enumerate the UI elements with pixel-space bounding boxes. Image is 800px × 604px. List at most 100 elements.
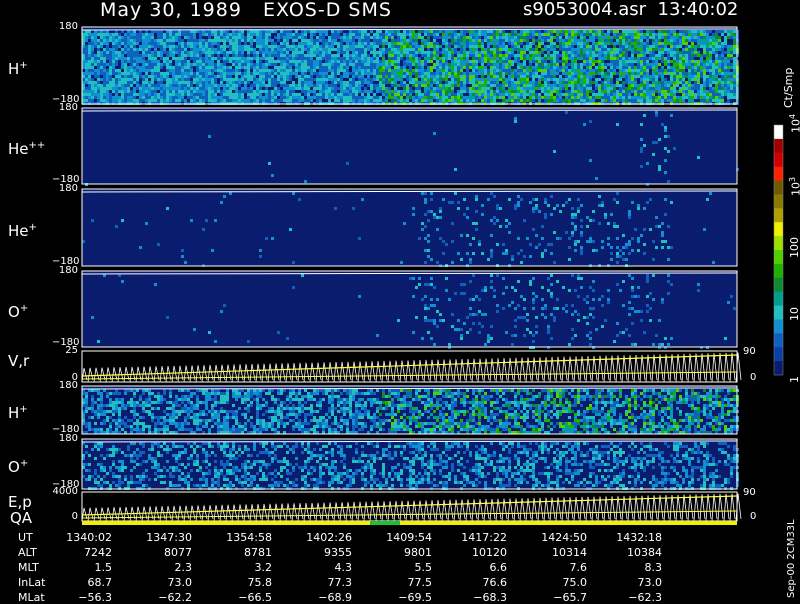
ephem-cell: 10120: [455, 547, 507, 559]
ephem-cell: 1417:22: [455, 532, 507, 544]
ephem-cell: 73.0: [610, 577, 662, 589]
y2tick-top-vr: 90: [743, 347, 756, 357]
colorbar-label: 104: [788, 114, 800, 133]
colorbar-swatch: [774, 319, 783, 333]
ephem-cell: 76.6: [455, 577, 507, 589]
ytick-top-hepp: 180: [52, 103, 78, 113]
colorbar-swatch: [774, 361, 783, 375]
ephem-cell: 9801: [380, 547, 432, 559]
y2tick-top-ep: 90: [743, 488, 756, 498]
panel-hep: [82, 189, 737, 267]
ephem-cell: 1354:58: [220, 532, 272, 544]
ephem-cell: 75.8: [220, 577, 272, 589]
panel-label-hepp: He++: [8, 138, 45, 157]
ephem-cell: −68.9: [300, 592, 352, 604]
panel-label-vr: V,r: [8, 353, 29, 369]
colorbar-swatch: [774, 347, 783, 361]
ephem-cell: 7242: [60, 547, 112, 559]
ephem-cell: 4.3: [300, 562, 352, 574]
ephem-cell: −66.5: [220, 592, 272, 604]
colorbar-swatch: [774, 333, 783, 347]
panel-label-hep: He+: [8, 220, 37, 239]
ytick-bottom-ep: 0: [52, 512, 78, 522]
ephem-cell: 68.7: [60, 577, 112, 589]
ephem-cell: 1402:26: [300, 532, 352, 544]
ytick-top-h1: 180: [52, 22, 78, 32]
ephem-cell: 6.6: [455, 562, 507, 574]
panel-op: [82, 271, 737, 349]
y2tick-bottom-ep: 0: [750, 512, 756, 522]
colorbar-swatch: [774, 153, 783, 167]
ephem-cell: −68.3: [455, 592, 507, 604]
panel-label-h2: H+: [8, 402, 28, 421]
spectrogram-plot: [0, 0, 800, 600]
ytick-top-h2: 180: [52, 381, 78, 391]
ephem-cell: 5.5: [380, 562, 432, 574]
ephem-cell: 3.2: [220, 562, 272, 574]
colorbar-swatch: [774, 167, 783, 181]
ephem-cell: 73.0: [140, 577, 192, 589]
footer-note: Sep-00 2CM33L: [786, 519, 797, 598]
ephem-cell: 75.0: [535, 577, 587, 589]
panel-o2: [82, 439, 739, 490]
colorbar-swatch: [774, 264, 783, 278]
ephem-row-label: MLat: [18, 592, 45, 604]
ephem-cell: 8.3: [610, 562, 662, 574]
panel-label-o2: O+: [8, 456, 28, 475]
colorbar-label: 103: [788, 176, 800, 195]
ephem-cell: −62.3: [610, 592, 662, 604]
ephem-row-label: ALT: [18, 547, 37, 559]
qa-label: QA: [10, 510, 32, 526]
colorbar-swatch: [774, 278, 783, 292]
ephem-cell: 1424:50: [535, 532, 587, 544]
colorbar-label: 10: [788, 307, 800, 321]
colorbar-swatch: [774, 139, 783, 153]
y2tick-bottom-vr: 0: [750, 373, 756, 383]
colorbar-swatch: [774, 306, 783, 320]
colorbar-swatch: [774, 292, 783, 306]
colorbar-swatch: [774, 208, 783, 222]
ephem-cell: −62.2: [140, 592, 192, 604]
colorbar-swatch: [774, 194, 783, 208]
panel-label-ep: E,p: [8, 494, 32, 510]
ephem-cell: 7.6: [535, 562, 587, 574]
ephem-row-label: MLT: [18, 562, 39, 574]
ephem-cell: 1340:02: [60, 532, 112, 544]
ephem-cell: 8077: [140, 547, 192, 559]
panel-ep: [82, 492, 741, 521]
qa-bar: [82, 521, 737, 525]
ephem-cell: 8781: [220, 547, 272, 559]
ephem-cell: −56.3: [60, 592, 112, 604]
ytick-top-o2: 180: [52, 434, 78, 444]
ephem-cell: 9355: [300, 547, 352, 559]
ephem-cell: 1.5: [60, 562, 112, 574]
colorbar-swatch: [774, 181, 783, 195]
ephem-row-label: InLat: [18, 577, 45, 589]
ytick-top-ep: 4000: [52, 487, 78, 497]
colorbar-swatch: [774, 222, 783, 236]
panel-h1: [82, 27, 739, 105]
colorbar-swatch: [774, 236, 783, 250]
ephem-cell: 10314: [535, 547, 587, 559]
colorbar-label: 1: [788, 376, 800, 383]
colorbar-label: 100: [788, 237, 800, 258]
ephem-cell: 1409:54: [380, 532, 432, 544]
colorbar-swatch: [774, 125, 783, 139]
ephem-cell: 10384: [610, 547, 662, 559]
ephem-cell: −69.5: [380, 592, 432, 604]
panel-h2: [82, 386, 739, 434]
panel-label-op: O+: [8, 301, 28, 320]
panel-vr: [82, 351, 741, 382]
panel-label-h1: H+: [8, 58, 28, 77]
ytick-top-hep: 180: [52, 184, 78, 194]
panel-hepp: [82, 108, 739, 186]
colorbar-swatch: [774, 250, 783, 264]
ephem-row-label: UT: [18, 532, 33, 544]
ephem-cell: 2.3: [140, 562, 192, 574]
ephem-cell: 1432:18: [610, 532, 662, 544]
qa-bar-flag: [370, 521, 400, 525]
ytick-top-op: 180: [52, 266, 78, 276]
ytick-top-vr: 25: [52, 346, 78, 356]
colorbar-unit: Ct/Smp: [782, 68, 795, 108]
ephem-cell: 77.3: [300, 577, 352, 589]
